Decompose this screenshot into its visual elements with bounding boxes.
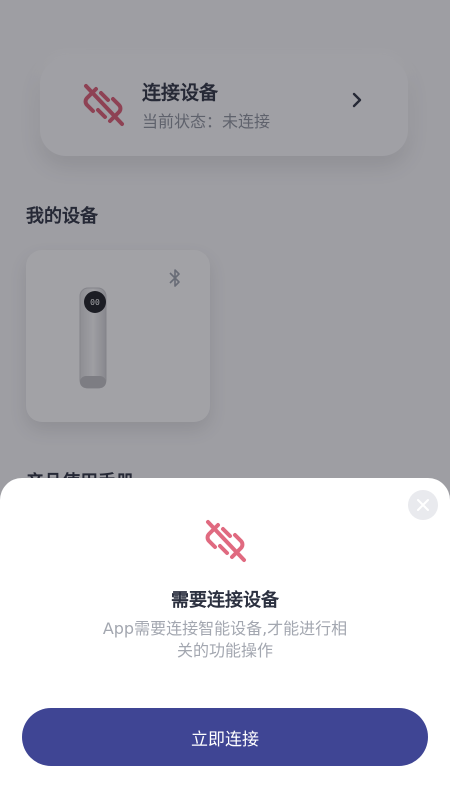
- close-button[interactable]: [408, 490, 438, 520]
- connect-now-button[interactable]: 立即连接: [22, 708, 428, 766]
- close-icon: [417, 499, 429, 511]
- broken-link-icon: [205, 520, 246, 562]
- dialog-description: App需要连接智能设备,才能进行相关的功能操作: [102, 619, 348, 660]
- dialog-title: 需要连接设备: [171, 590, 279, 611]
- connect-dialog: 需要连接设备 App需要连接智能设备,才能进行相关的功能操作 立即连接: [0, 478, 450, 800]
